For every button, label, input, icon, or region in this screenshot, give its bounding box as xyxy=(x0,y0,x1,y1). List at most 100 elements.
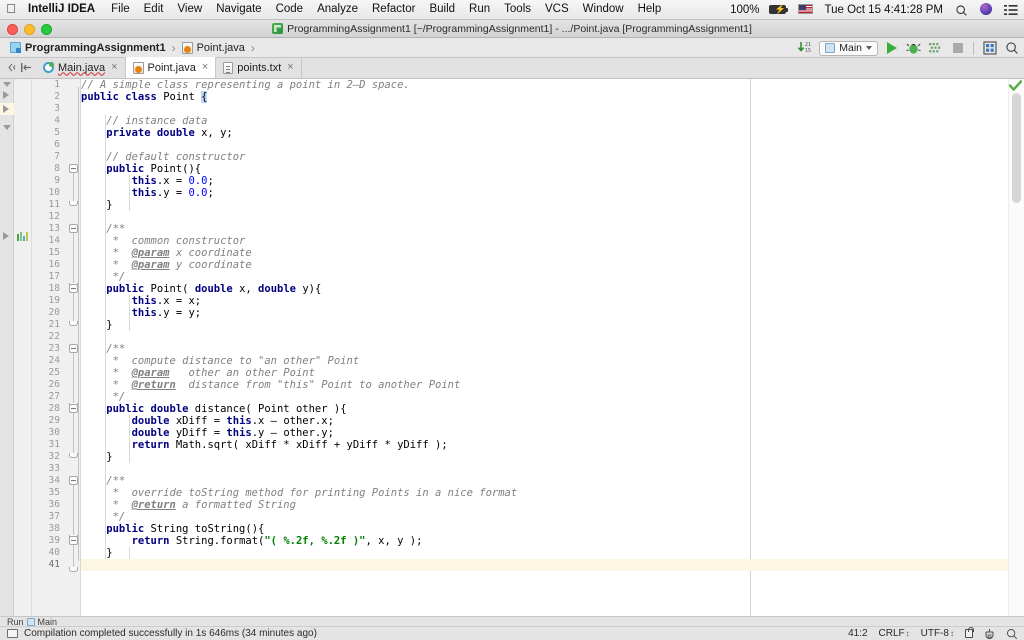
close-icon[interactable]: × xyxy=(285,62,293,73)
code-line[interactable]: } xyxy=(81,451,1008,463)
fold-marker[interactable] xyxy=(69,224,78,233)
align-left-icon[interactable] xyxy=(20,62,33,73)
code-line[interactable]: this.x = 0.0; xyxy=(81,175,1008,187)
code-line[interactable] xyxy=(81,463,1008,475)
code-line[interactable]: double yDiff = this.y – other.y; xyxy=(81,427,1008,439)
code-line[interactable]: */ xyxy=(81,391,1008,403)
code-line[interactable]: this.y = y; xyxy=(81,307,1008,319)
battery-charging-icon[interactable]: ⚡ xyxy=(763,1,792,20)
code-line[interactable]: /** xyxy=(81,223,1008,235)
breadcrumb-item-file[interactable]: Point.java xyxy=(180,41,247,54)
run-configuration-selector[interactable]: Main xyxy=(819,40,878,56)
fold-marker[interactable] xyxy=(69,284,78,293)
code-line[interactable]: public class Point { xyxy=(81,91,1008,103)
menu-item-code[interactable]: Code xyxy=(269,0,311,19)
code-line[interactable]: * @param x coordinate xyxy=(81,247,1008,259)
tab-point-java[interactable]: Point.java × xyxy=(125,57,217,78)
select-target-icon[interactable] xyxy=(981,40,998,57)
menu-item-refactor[interactable]: Refactor xyxy=(365,0,422,19)
code-line[interactable] xyxy=(81,211,1008,223)
code-line[interactable]: double xDiff = this.x – other.x; xyxy=(81,415,1008,427)
expand-icon-4[interactable] xyxy=(3,232,9,240)
zoom-window-button[interactable] xyxy=(41,24,52,35)
code-line[interactable]: } xyxy=(81,199,1008,211)
menu-item-analyze[interactable]: Analyze xyxy=(310,0,365,19)
search-icon[interactable] xyxy=(949,4,974,17)
event-log-icon[interactable] xyxy=(7,629,18,638)
collapse-icon-3[interactable] xyxy=(3,125,11,130)
inspection-level-icon[interactable] xyxy=(984,628,995,640)
menu-app-name[interactable]: IntelliJ IDEA xyxy=(22,0,104,19)
close-icon[interactable]: × xyxy=(109,62,117,73)
code-line[interactable]: /** xyxy=(81,343,1008,355)
code-line[interactable]: * @return a formatted String xyxy=(81,499,1008,511)
fold-marker[interactable] xyxy=(69,344,78,353)
code-line[interactable]: // A simple class representing a point i… xyxy=(81,79,1008,91)
vertical-scrollbar-thumb[interactable] xyxy=(1012,93,1021,203)
menu-item-window[interactable]: Window xyxy=(576,0,631,19)
editor-gutter-icons[interactable] xyxy=(14,79,32,616)
code-line[interactable]: * override toString method for printing … xyxy=(81,487,1008,499)
editor-structure-strip[interactable] xyxy=(0,79,14,616)
expand-icon-2[interactable] xyxy=(3,105,9,113)
code-line[interactable]: * @return distance from "this" Point to … xyxy=(81,379,1008,391)
update-project-icon[interactable]: 21 15 xyxy=(797,40,814,57)
code-line[interactable] xyxy=(81,331,1008,343)
list-menu-icon[interactable] xyxy=(998,4,1024,16)
editor-scrollbar-column[interactable] xyxy=(1008,79,1024,616)
code-line[interactable]: return String.format("( %.2f, %.2f )", x… xyxy=(81,535,1008,547)
status-bar-message-area[interactable]: Compilation completed successfully in 1s… xyxy=(0,628,317,639)
tab-main-java[interactable]: Main.java × xyxy=(36,57,126,78)
code-line[interactable]: * @param other an other Point xyxy=(81,367,1008,379)
expand-icon-1[interactable] xyxy=(3,91,9,99)
battery-percent[interactable]: 100% xyxy=(724,1,762,20)
inspections-ok-checkmark[interactable] xyxy=(1009,80,1022,92)
code-line[interactable]: this.x = x; xyxy=(81,295,1008,307)
code-folding-column[interactable] xyxy=(65,79,81,616)
encoding-widget[interactable]: UTF-8 ↕ xyxy=(921,628,954,639)
search-everywhere-icon[interactable] xyxy=(1003,40,1020,57)
code-line[interactable]: } xyxy=(81,319,1008,331)
menu-item-run[interactable]: Run xyxy=(462,0,497,19)
tool-window-run[interactable]: Run Main xyxy=(7,617,57,626)
run-with-coverage-icon[interactable] xyxy=(927,40,944,57)
code-line[interactable]: // instance data xyxy=(81,115,1008,127)
breadcrumb-item-project[interactable]: ProgrammingAssignment1 xyxy=(8,42,168,54)
code-line[interactable]: } xyxy=(81,547,1008,559)
code-line[interactable] xyxy=(81,139,1008,151)
code-line[interactable]: * common constructor xyxy=(81,235,1008,247)
fold-marker[interactable] xyxy=(69,536,78,545)
code-line[interactable]: public String toString(){ xyxy=(81,523,1008,535)
fold-marker[interactable] xyxy=(69,164,78,173)
collapse-all-icon[interactable] xyxy=(3,82,11,87)
close-window-button[interactable] xyxy=(7,24,18,35)
back-icon[interactable] xyxy=(4,62,17,73)
tab-points-txt[interactable]: points.txt × xyxy=(216,57,302,78)
search-icon[interactable] xyxy=(1006,628,1018,640)
code-line[interactable]: */ xyxy=(81,511,1008,523)
fold-marker[interactable] xyxy=(69,404,78,413)
run-icon[interactable] xyxy=(883,40,900,57)
minimize-window-button[interactable] xyxy=(24,24,35,35)
code-line[interactable]: this.y = 0.0; xyxy=(81,187,1008,199)
menu-item-help[interactable]: Help xyxy=(631,0,669,19)
code-line[interactable]: /** xyxy=(81,475,1008,487)
clock[interactable]: Tue Oct 15 4:41:28 PM xyxy=(819,1,949,20)
code-line[interactable]: * @param y coordinate xyxy=(81,259,1008,271)
siri-icon[interactable] xyxy=(974,1,998,20)
menu-item-file[interactable]: File xyxy=(104,0,137,19)
menu-item-vcs[interactable]: VCS xyxy=(538,0,576,19)
menu-item-navigate[interactable]: Navigate xyxy=(209,0,268,19)
stop-icon[interactable] xyxy=(949,40,966,57)
code-line[interactable]: public Point( double x, double y){ xyxy=(81,283,1008,295)
code-line[interactable]: */ xyxy=(81,271,1008,283)
apple-logo-icon[interactable]:  xyxy=(0,2,22,17)
fold-marker[interactable] xyxy=(69,476,78,485)
code-text-area[interactable]: // A simple class representing a point i… xyxy=(81,79,1008,616)
menu-item-edit[interactable]: Edit xyxy=(137,0,171,19)
line-separator-widget[interactable]: CRLF ↕ xyxy=(879,628,910,639)
close-icon[interactable]: × xyxy=(200,62,208,73)
code-line[interactable]: public Point(){ xyxy=(81,163,1008,175)
menu-item-build[interactable]: Build xyxy=(422,0,462,19)
code-line[interactable]: // default constructor xyxy=(81,151,1008,163)
